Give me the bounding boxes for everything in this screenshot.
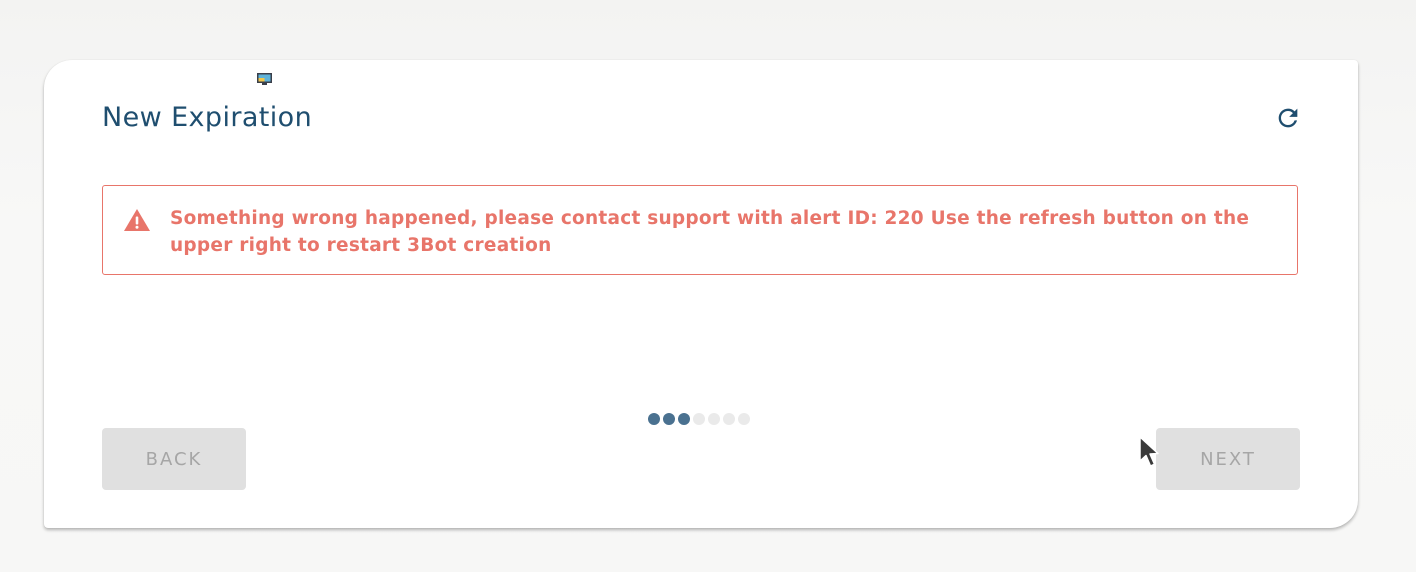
step-indicator [648, 413, 750, 425]
refresh-icon [1278, 108, 1298, 128]
step-dot-2 [663, 413, 675, 425]
mouse-cursor-icon [1139, 436, 1159, 467]
page-title: New Expiration [102, 102, 313, 133]
step-dot-3 [678, 413, 690, 425]
refresh-button[interactable] [1272, 102, 1304, 134]
wizard-card: New Expiration Something wrong happened,… [44, 60, 1358, 528]
step-dot-5 [708, 413, 720, 425]
app-logo-icon [257, 73, 272, 85]
back-button[interactable]: BACK [102, 428, 246, 490]
step-dot-4 [693, 413, 705, 425]
next-button[interactable]: NEXT [1156, 428, 1300, 490]
error-alert: Something wrong happened, please contact… [102, 185, 1298, 275]
warning-icon [124, 209, 150, 231]
step-dot-1 [648, 413, 660, 425]
alert-message: Something wrong happened, please contact… [170, 208, 1250, 256]
step-dot-6 [723, 413, 735, 425]
step-dot-7 [738, 413, 750, 425]
page-background: New Expiration Something wrong happened,… [0, 0, 1416, 572]
